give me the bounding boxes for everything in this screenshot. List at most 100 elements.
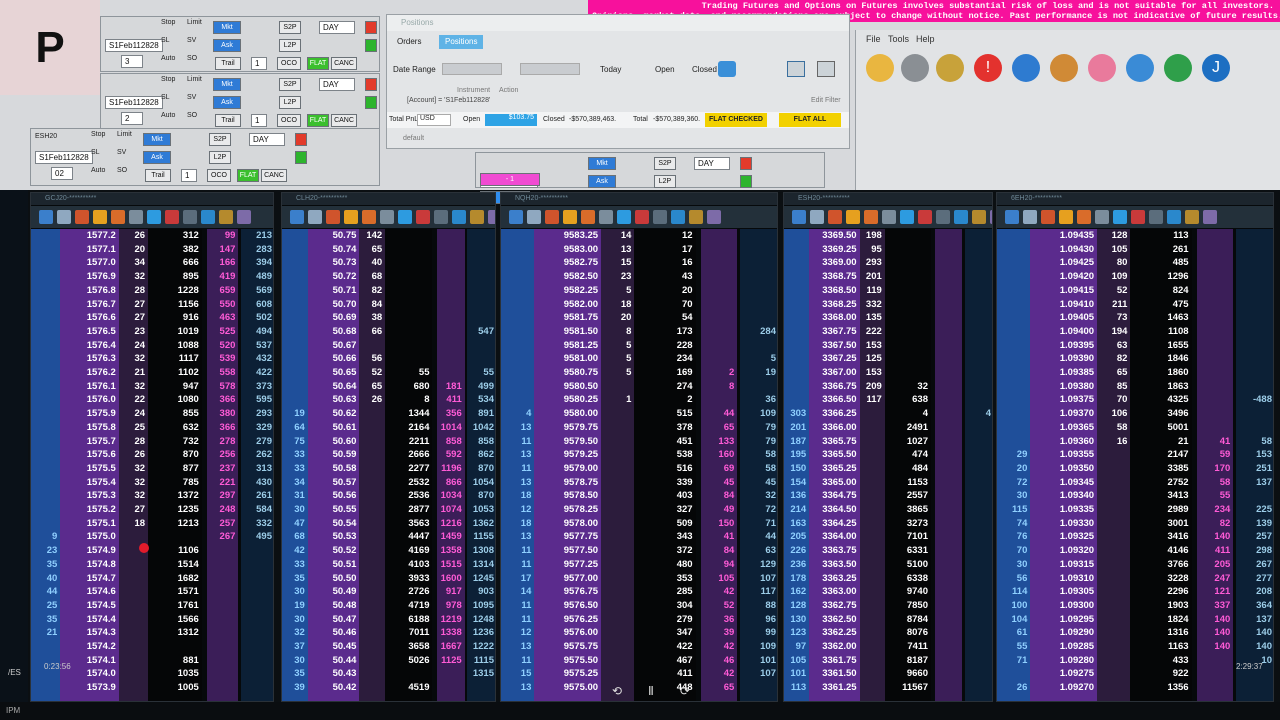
ladder-row[interactable]: 3366.50 117 638 [784, 393, 992, 407]
ladder-row[interactable]: 1576.6 27 916 463 502 [31, 311, 273, 325]
toolbar-icon[interactable] [545, 210, 559, 224]
ladder-cell-ext1[interactable]: 419 [207, 270, 239, 284]
ladder-cell-prices[interactable]: 1.09435 [1030, 229, 1097, 243]
ladder-cell-vol[interactable] [359, 462, 385, 476]
ladder-cell-ext1[interactable] [207, 585, 239, 599]
ladder-cell-asks[interactable]: 1372 [148, 489, 202, 503]
ladder-cell-prices[interactable]: 1.09375 [1030, 393, 1097, 407]
ladder-cell-vol[interactable] [119, 654, 148, 668]
ladder-cell-ext1[interactable] [437, 284, 465, 298]
date-to-input[interactable] [520, 63, 580, 75]
ladder-cell-bids[interactable] [501, 339, 534, 353]
ladder-cell-asks[interactable]: 21 [1130, 435, 1191, 449]
ladder-cell-ext1[interactable] [207, 613, 239, 627]
ladder-cell-prices[interactable]: 3363.50 [809, 558, 859, 572]
save-icon[interactable] [817, 61, 835, 77]
ladder-cell-asks[interactable]: 9740 [885, 585, 931, 599]
ladder-cell-asks[interactable]: 8187 [885, 654, 931, 668]
ladder-cell-ext2[interactable]: 36 [740, 393, 777, 407]
toolbar-icon[interactable] [792, 210, 806, 224]
ladder-cell-prices[interactable]: 50.70 [308, 298, 360, 312]
qty-input[interactable]: 02 [51, 167, 73, 180]
toolbar-icon[interactable] [1041, 210, 1055, 224]
ladder-cell-prices[interactable]: 50.57 [308, 476, 360, 490]
ladder-cell-prices[interactable]: 1.09345 [1030, 476, 1097, 490]
ladder-row[interactable]: 3368.00 135 [784, 311, 992, 325]
ladder-cell-ext2[interactable]: 1314 [467, 558, 495, 572]
ladder-cell-bids[interactable]: 187 [784, 435, 809, 449]
ladder-cell-vol[interactable] [1097, 489, 1130, 503]
ladder-cell-bids[interactable]: 11 [501, 558, 534, 572]
ladder-row[interactable]: 26 1.09270 1356 [997, 681, 1273, 695]
ladder-cell-ext2[interactable]: 584 [241, 503, 273, 517]
ladder-cell-vol[interactable] [601, 599, 634, 613]
ladder-cell-ext1[interactable] [1197, 352, 1233, 366]
ladder-cell-ext2[interactable] [965, 530, 992, 544]
ladder-cell-ext1[interactable] [437, 325, 465, 339]
ladder-cell-prices[interactable]: 1.09370 [1030, 407, 1097, 421]
ladder-cell-ext1[interactable]: 166 [207, 256, 239, 270]
ladder-cell-bids[interactable]: 13 [501, 421, 534, 435]
ladder-cell-asks[interactable] [385, 325, 432, 339]
ladder-cell-vol[interactable] [601, 530, 634, 544]
ladder-cell-vol[interactable] [601, 448, 634, 462]
ladder-cell-bids[interactable]: 19 [282, 599, 308, 613]
ladder-cell-ext1[interactable]: 45 [701, 476, 737, 490]
ladder-cell-bids[interactable] [31, 325, 60, 339]
trail-qty-input[interactable]: 1 [251, 114, 267, 127]
ladder-cell-bids[interactable] [501, 243, 534, 257]
ladder-cell-asks[interactable]: 666 [148, 256, 202, 270]
ladder-cell-asks[interactable]: 4719 [385, 599, 432, 613]
ladder-cell-bids[interactable] [501, 380, 534, 394]
ladder-cell-asks[interactable]: 1571 [148, 585, 202, 599]
ladder-cell-asks[interactable]: 3001 [1130, 517, 1191, 531]
ladder-cell-vol[interactable]: 65 [359, 380, 385, 394]
ladder-cell-vol[interactable] [359, 599, 385, 613]
toolbar-icon[interactable] [488, 210, 495, 224]
ladder-cell-vol[interactable] [359, 544, 385, 558]
ladder-cell-bids[interactable] [784, 311, 809, 325]
ladder-cell-ext1[interactable] [935, 667, 962, 681]
ladder-cell-vol[interactable]: 16 [1097, 435, 1130, 449]
ladder-row[interactable]: 13 9578.75 339 45 45 [501, 476, 777, 490]
ladder-cell-ext1[interactable]: 592 [437, 448, 465, 462]
tif-select[interactable]: DAY [319, 78, 355, 91]
ladder-cell-ext2[interactable] [965, 311, 992, 325]
ladder-cell-bids[interactable]: 44 [31, 585, 60, 599]
ladder-row[interactable]: 35 1574.8 1514 [31, 558, 273, 572]
ladder-cell-bids[interactable]: 29 [997, 448, 1030, 462]
ladder-row[interactable]: 1.09385 65 1860 [997, 366, 1273, 380]
ladder-row[interactable]: 31 50.56 2536 1034 870 [282, 489, 495, 503]
ladder-row[interactable]: 50.75 142 [282, 229, 495, 243]
ladder-cell-ext2[interactable]: 284 [740, 325, 777, 339]
ladder-cell-ext2[interactable] [467, 243, 495, 257]
ladder-cell-asks[interactable]: 1102 [148, 366, 202, 380]
ladder-cell-asks[interactable] [385, 339, 432, 353]
toolbar-icon[interactable] [147, 210, 161, 224]
ladder-row[interactable]: 3366.75 209 32 [784, 380, 992, 394]
ladder-row[interactable]: 3368.25 332 [784, 298, 992, 312]
ladder-cell-vol[interactable]: 32 [119, 352, 148, 366]
toolbar-icon[interactable] [828, 210, 842, 224]
ladder-cell-ext1[interactable] [207, 667, 239, 681]
ladder-cell-ext2[interactable] [965, 462, 992, 476]
ladder-cell-prices[interactable]: 1577.0 [60, 256, 119, 270]
ladder-cell-vol[interactable] [359, 476, 385, 490]
ladder-cell-prices[interactable]: 9577.50 [534, 544, 601, 558]
ladder-cell-prices[interactable]: 3365.75 [809, 435, 859, 449]
ladder-cell-prices[interactable]: 3367.25 [809, 352, 859, 366]
ladder-cell-ext2[interactable]: 63 [740, 544, 777, 558]
ladder-row[interactable]: 50.65 52 55 55 [282, 366, 495, 380]
ladder-cell-asks[interactable]: 877 [148, 462, 202, 476]
ladder-row[interactable]: 18 9578.00 509 150 71 [501, 517, 777, 531]
ladder-cell-ext1[interactable] [437, 229, 465, 243]
ladder-cell-ext2[interactable] [965, 489, 992, 503]
ladder-cell-ext2[interactable]: 430 [241, 476, 273, 490]
ladder-cell-ext1[interactable] [207, 558, 239, 572]
ladder-cell-asks[interactable]: 4519 [385, 681, 432, 695]
ladder-cell-ext2[interactable] [467, 352, 495, 366]
toolbar-icon[interactable] [452, 210, 466, 224]
ladder-cell-ext2[interactable] [965, 325, 992, 339]
ladder-cell-ext1[interactable] [437, 667, 465, 681]
ladder-cell-bids[interactable]: 30 [997, 558, 1030, 572]
